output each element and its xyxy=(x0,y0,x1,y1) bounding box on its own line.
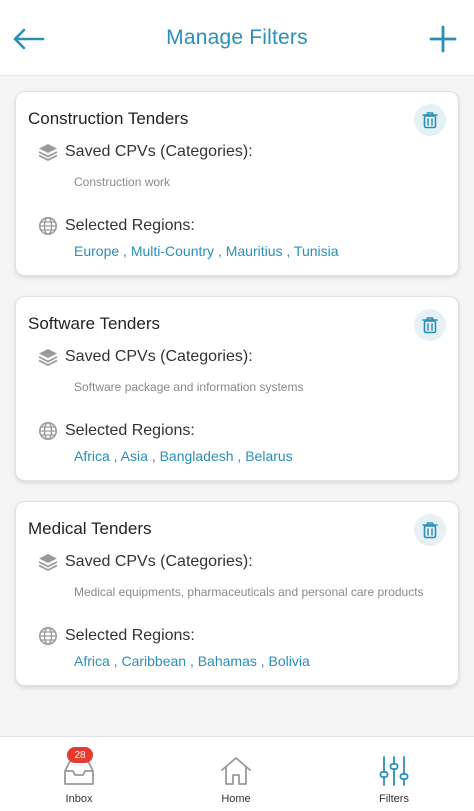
home-icon xyxy=(221,757,251,785)
layers-icon xyxy=(38,142,58,162)
nav-label-home: Home xyxy=(221,793,251,805)
nav-item-inbox[interactable]: 28 Inbox xyxy=(29,737,129,811)
cpv-description: Construction work xyxy=(74,175,171,189)
filter-title: Construction Tenders xyxy=(28,109,189,128)
add-filter-button[interactable] xyxy=(426,22,460,56)
layers-icon xyxy=(38,347,58,367)
cpv-heading: Saved CPVs (Categories): xyxy=(65,143,253,160)
app-screen: Manage Filters Construction Tenders Save… xyxy=(0,0,474,811)
globe-icon xyxy=(38,626,58,646)
regions-heading: Selected Regions: xyxy=(65,422,195,439)
inbox-count-badge: 28 xyxy=(67,747,93,763)
nav-label-inbox: Inbox xyxy=(65,793,93,805)
regions-heading: Selected Regions: xyxy=(65,627,195,644)
filter-list[interactable]: Construction Tenders Saved CPVs (Categor… xyxy=(0,76,474,736)
cpv-description: Medical equipments, pharmaceuticals and … xyxy=(74,585,424,599)
regions-list: Africa , Asia , Bangladesh , Belarus xyxy=(74,448,293,464)
trash-icon xyxy=(422,522,438,539)
nav-label-filters: Filters xyxy=(379,793,409,805)
filter-card[interactable]: Software Tenders Saved CPVs (Categories)… xyxy=(15,296,459,481)
layers-icon xyxy=(38,552,58,572)
nav-item-home[interactable]: Home xyxy=(186,737,286,811)
regions-heading: Selected Regions: xyxy=(65,217,195,234)
trash-icon xyxy=(422,112,438,129)
delete-filter-button[interactable] xyxy=(414,309,446,341)
bottom-navigation: 28 Inbox Home Filters xyxy=(0,736,474,811)
cpv-description: Software package and information systems xyxy=(74,380,304,394)
cpv-heading: Saved CPVs (Categories): xyxy=(65,553,253,570)
filter-card[interactable]: Medical Tenders Saved CPVs (Categories):… xyxy=(15,501,459,686)
filter-card[interactable]: Construction Tenders Saved CPVs (Categor… xyxy=(15,91,459,276)
filter-title: Medical Tenders xyxy=(28,519,152,538)
top-app-bar: Manage Filters xyxy=(0,0,474,76)
regions-list: Africa , Caribbean , Bahamas , Bolivia xyxy=(74,653,310,669)
nav-item-filters[interactable]: Filters xyxy=(344,737,444,811)
trash-icon xyxy=(422,317,438,334)
delete-filter-button[interactable] xyxy=(414,514,446,546)
page-title: Manage Filters xyxy=(166,26,308,49)
globe-icon xyxy=(38,216,58,236)
delete-filter-button[interactable] xyxy=(414,104,446,136)
filter-title: Software Tenders xyxy=(28,314,160,333)
plus-icon xyxy=(429,25,457,53)
regions-list: Europe , Multi-Country , Mauritius , Tun… xyxy=(74,243,339,259)
cpv-heading: Saved CPVs (Categories): xyxy=(65,348,253,365)
globe-icon xyxy=(38,421,58,441)
sliders-icon xyxy=(379,756,409,786)
